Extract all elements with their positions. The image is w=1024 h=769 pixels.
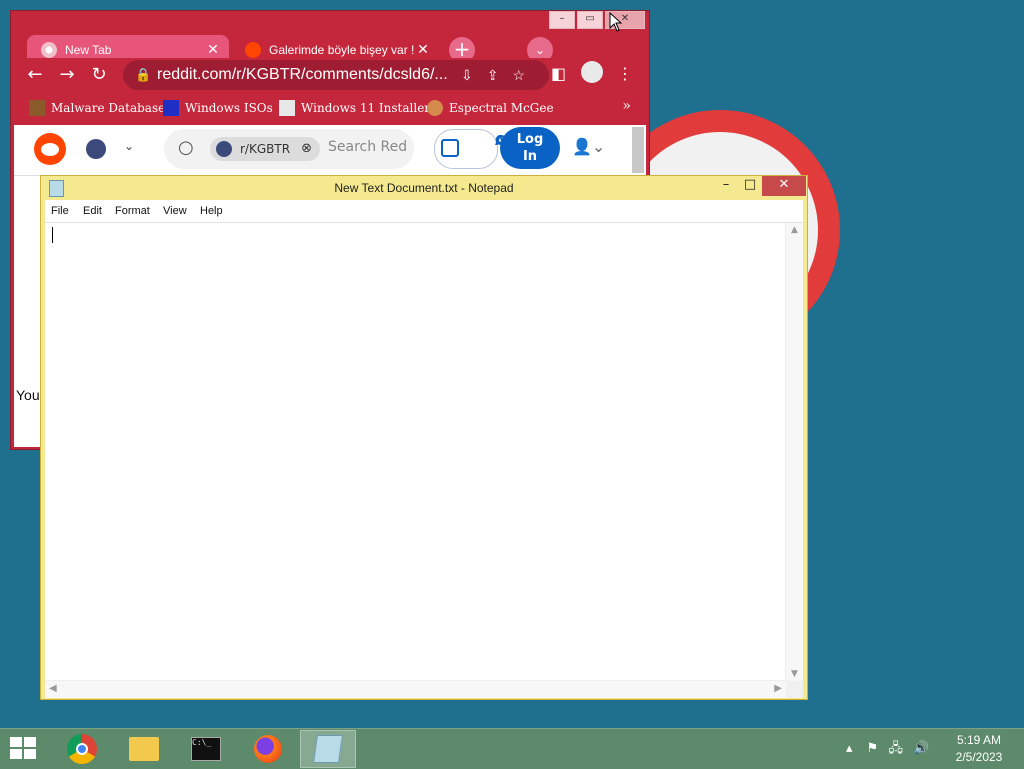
address-url: reddit.com/r/KGBTR/comments/dcsld6/... <box>157 66 448 83</box>
x-logo-icon <box>163 100 179 116</box>
reload-icon[interactable]: ↻ <box>87 64 111 86</box>
horizontal-scrollbar[interactable]: ◀ ▶ <box>45 680 786 698</box>
bookmark-malware-database[interactable]: Malware Database <box>29 100 165 116</box>
taskbar-file-explorer[interactable] <box>116 730 172 768</box>
back-icon[interactable]: ← <box>23 64 47 86</box>
notepad-icon <box>313 735 343 763</box>
taskbar-notepad[interactable] <box>300 730 356 768</box>
volume-icon[interactable]: 🔊 <box>913 741 929 756</box>
notepad-menu-bar: File Edit Format View Help <box>45 200 803 222</box>
notepad-window: New Text Document.txt - Notepad – □ ✕ Fi… <box>40 175 808 700</box>
taskbar-chrome[interactable] <box>54 730 110 768</box>
notepad-title: New Text Document.txt - Notepad <box>334 181 514 195</box>
chrome-icon <box>41 42 57 58</box>
share-icon[interactable]: ⇪ <box>487 67 513 83</box>
menu-format[interactable]: Format <box>115 205 150 217</box>
action-center-flag-icon[interactable]: ⚑ <box>867 741 879 756</box>
text-caret <box>52 227 53 243</box>
chevron-down-icon[interactable]: ⌄ <box>124 139 134 153</box>
clear-chip-icon[interactable]: ⊗ <box>301 137 312 161</box>
subreddit-chip-label: r/KGBTR <box>240 142 291 156</box>
scroll-right-icon[interactable]: ▶ <box>774 683 782 694</box>
menu-file[interactable]: File <box>51 205 69 217</box>
search-icon: ○ <box>178 137 194 158</box>
clock-time: 5:19 AM <box>956 733 1002 747</box>
get-app-button[interactable]: GetApp <box>434 129 524 169</box>
forward-icon[interactable]: → <box>55 64 79 86</box>
notepad-text-area[interactable]: ▲ ▼ ◀ ▶ <box>45 222 803 698</box>
bookmarks-bar: Malware Database Windows ISOs Windows 11… <box>11 92 649 124</box>
system-clock[interactable]: 5:19 AM 2/5/2023 <box>944 732 1014 766</box>
resize-grip[interactable] <box>786 681 803 698</box>
log-in-label-line2: In <box>522 149 538 164</box>
bookmark-windows-11-installer[interactable]: Windows 11 Installer <box>279 100 430 116</box>
clock-date: 2/5/2023 <box>955 750 1003 764</box>
bookmark-label: Malware Database <box>51 101 166 115</box>
bookmark-icon <box>279 100 295 116</box>
vertical-scrollbar[interactable]: ▲ ▼ <box>785 223 803 681</box>
scroll-left-icon[interactable]: ◀ <box>49 683 57 694</box>
omnibox-actions: ⇩⇪☆ <box>461 60 539 90</box>
system-tray: ▴ ⚑ 🖧 🔊 <box>846 739 929 761</box>
log-in-label-line1: Log <box>516 132 544 147</box>
network-icon[interactable]: 🖧 <box>888 741 903 756</box>
chrome-menu-icon[interactable]: ⋮ <box>617 64 633 83</box>
reddit-logo-icon[interactable] <box>34 133 66 165</box>
bookmarks-overflow-button[interactable]: » <box>622 98 631 114</box>
folder-icon <box>129 737 159 761</box>
menu-help[interactable]: Help <box>200 205 223 217</box>
show-hidden-icons-icon[interactable]: ▴ <box>846 741 853 756</box>
user-menu-icon[interactable]: 👤⌄ <box>572 137 605 156</box>
scroll-down-icon[interactable]: ▼ <box>786 669 803 679</box>
notepad-title-bar[interactable]: New Text Document.txt - Notepad – □ ✕ <box>41 176 807 200</box>
bookmark-star-icon[interactable]: ☆ <box>512 67 539 83</box>
scroll-up-icon[interactable]: ▲ <box>786 225 803 235</box>
page-scrollbar[interactable] <box>632 127 644 173</box>
bookmark-label: Espectral McGee <box>449 101 554 115</box>
taskbar-firefox[interactable] <box>240 730 296 768</box>
menu-edit[interactable]: Edit <box>83 205 102 217</box>
tab-label: Galerimde böyle bişey var ! <box>269 43 415 57</box>
bookmark-label: Windows ISOs <box>185 101 273 115</box>
search-placeholder: Search Red <box>328 139 408 155</box>
start-button[interactable] <box>10 737 38 761</box>
bookmark-windows-isos[interactable]: Windows ISOs <box>163 100 273 116</box>
lock-icon: 🔒 <box>135 67 152 82</box>
log-in-button[interactable]: Log In <box>500 127 560 169</box>
notepad-minimize-button[interactable]: – <box>715 176 737 196</box>
menu-view[interactable]: View <box>163 205 187 217</box>
reddit-header: ⌄ ○ r/KGBTR ⊗ Search Red GetApp Log In 👤⌄ <box>14 125 646 176</box>
bookmark-espectral-mcgee[interactable]: Espectral McGee <box>427 100 554 116</box>
subreddit-chip[interactable]: r/KGBTR ⊗ <box>210 137 320 161</box>
address-bar[interactable]: 🔒 reddit.com/r/KGBTR/comments/dcsld6/...… <box>123 60 549 90</box>
chrome-icon <box>67 734 97 764</box>
windows-logo-icon <box>10 737 22 747</box>
reddit-icon <box>245 42 261 58</box>
community-icon[interactable] <box>86 139 106 159</box>
tab-label: New Tab <box>65 43 112 57</box>
subreddit-icon <box>216 141 232 157</box>
notepad-maximize-button[interactable]: □ <box>739 176 761 196</box>
bookmark-icon <box>427 100 443 116</box>
firefox-icon <box>254 735 282 763</box>
tab-close-icon[interactable]: ✕ <box>415 42 431 58</box>
install-icon[interactable]: ⇩ <box>461 67 487 83</box>
qr-code-icon <box>441 139 459 157</box>
side-panel-icon[interactable]: ◧ <box>551 64 566 83</box>
tab-close-icon[interactable]: ✕ <box>205 42 221 58</box>
profile-avatar-icon[interactable] <box>581 61 603 83</box>
bookmark-label: Windows 11 Installer <box>301 101 431 115</box>
taskbar-command-prompt[interactable]: C:\_ <box>178 730 234 768</box>
taskbar: C:\_ ▴ ⚑ 🖧 🔊 5:19 AM 2/5/2023 <box>0 728 1024 769</box>
reddit-search-bar[interactable]: ○ r/KGBTR ⊗ Search Red <box>164 129 414 169</box>
bookmark-icon <box>29 100 45 116</box>
mouse-cursor-icon <box>609 12 623 32</box>
terminal-icon: C:\_ <box>191 737 221 761</box>
notepad-close-button[interactable]: ✕ <box>762 176 806 196</box>
page-partial-text: You <box>16 387 40 403</box>
browser-toolbar: ← → ↻ 🔒 reddit.com/r/KGBTR/comments/dcsl… <box>11 58 649 92</box>
